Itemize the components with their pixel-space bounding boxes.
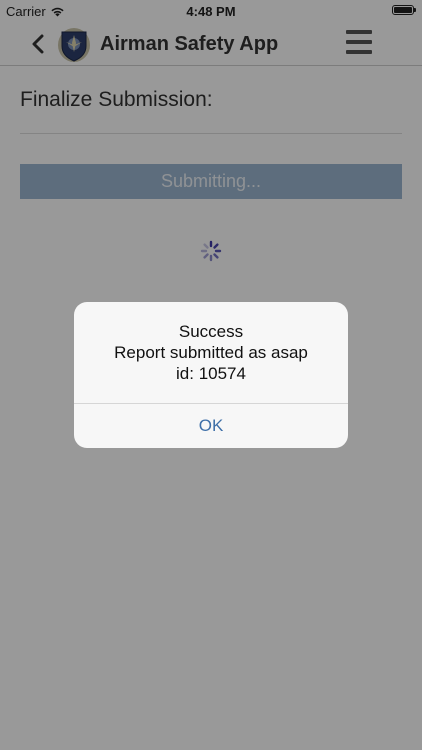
ok-button[interactable]: OK [74,404,348,448]
alert-message: Report submitted as asap [114,343,308,362]
success-alert-dialog: Success Report submitted as asap id: 105… [74,302,348,448]
alert-body: Success Report submitted as asap id: 105… [74,302,348,403]
alert-report-id: id: 10574 [176,364,246,383]
alert-title: Success [178,322,244,341]
